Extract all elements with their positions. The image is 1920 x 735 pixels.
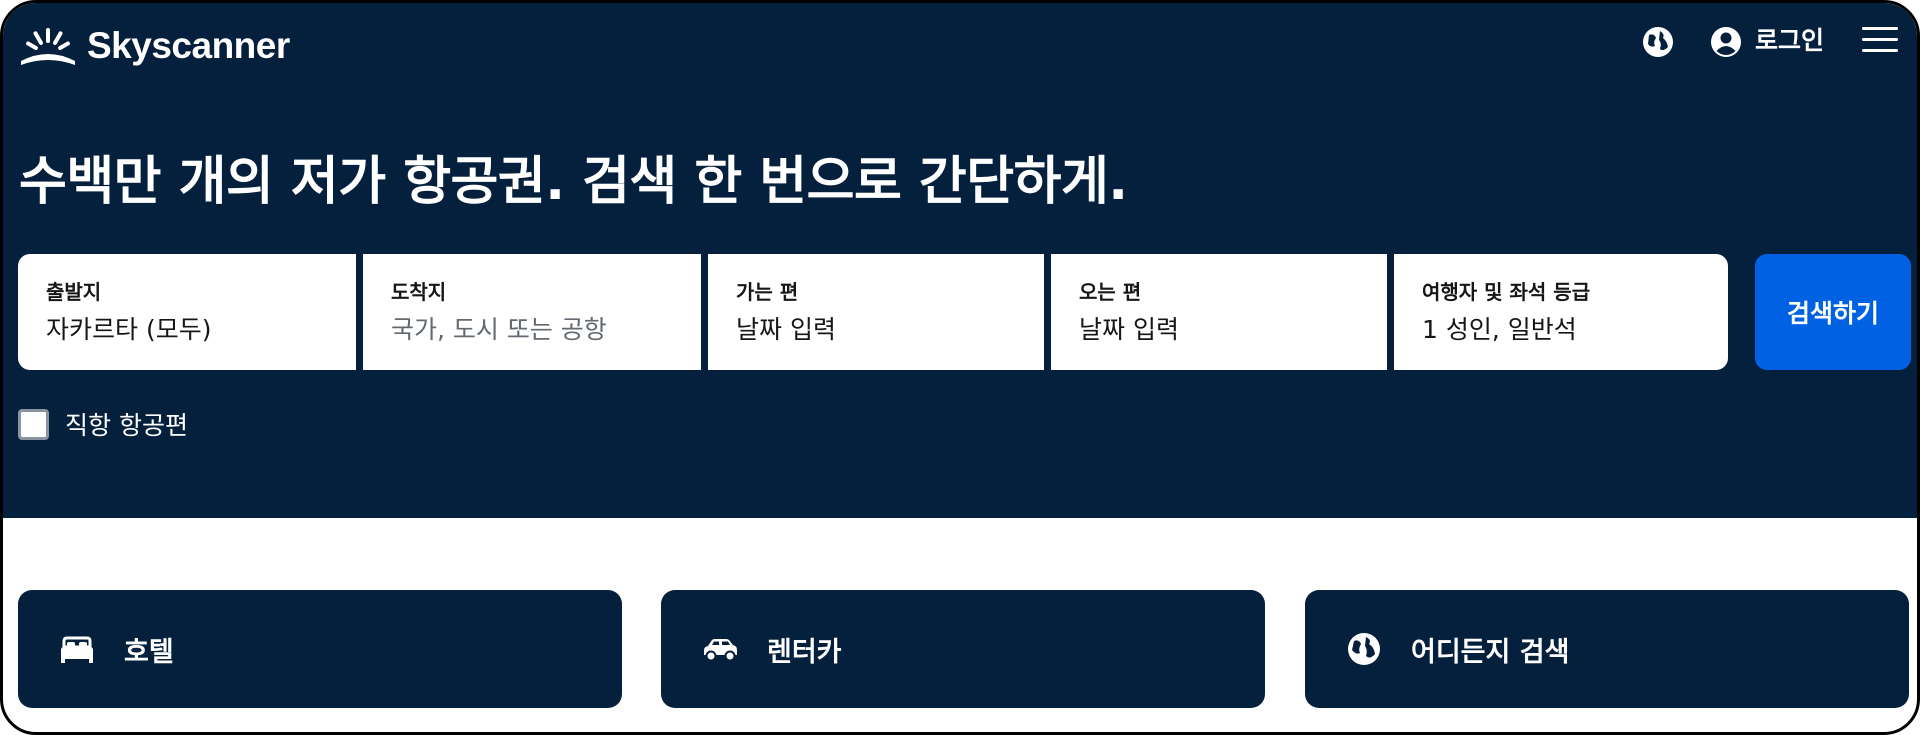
travellers-label: 여행자 및 좌석 등급	[1422, 280, 1591, 304]
car-hire-label: 렌터카	[767, 636, 842, 668]
explore-everywhere-label: 어디든지 검색	[1411, 636, 1570, 668]
explore-everywhere-button[interactable]: 어디든지 검색	[1305, 590, 1909, 708]
direct-flights-label: 직항 항공편	[65, 411, 188, 440]
destination-field[interactable]: 도착지 국가, 도시 또는 공항	[363, 254, 701, 370]
car-icon	[704, 639, 737, 662]
depart-date-input[interactable]: 날짜 입력	[736, 312, 1044, 348]
depart-label: 가는 편	[736, 280, 799, 304]
page-title: 수백만 개의 저가 항공권. 검색 한 번으로 간단하게.	[19, 152, 1128, 212]
user-icon[interactable]	[1709, 25, 1743, 59]
sunrise-logo-icon	[21, 28, 75, 65]
return-label: 오는 편	[1079, 280, 1142, 304]
return-date-input[interactable]: 날짜 입력	[1079, 312, 1387, 348]
origin-label: 출발지	[46, 280, 102, 304]
travellers-value[interactable]: 1 성인, 일반석	[1422, 312, 1728, 348]
direct-flights-option[interactable]: 직항 항공편	[18, 406, 188, 442]
origin-field[interactable]: 출발지 자카르타 (모두)	[18, 254, 356, 370]
page-frame: Skyscanner 로그인 수백만 개의 저가 항공권. 검색 한 번으로 간…	[0, 0, 1920, 735]
header-actions: 로그인	[1637, 21, 1917, 65]
skyscanner-logo[interactable]: Skyscanner	[17, 21, 290, 71]
return-date-field[interactable]: 오는 편 날짜 입력	[1051, 254, 1387, 370]
car-hire-button[interactable]: 렌터카	[661, 590, 1265, 708]
brand-name: Skyscanner	[87, 25, 290, 66]
direct-flights-checkbox[interactable]	[18, 408, 49, 440]
travellers-class-field[interactable]: 여행자 및 좌석 등급 1 성인, 일반석	[1394, 254, 1728, 370]
hotels-label: 호텔	[124, 636, 174, 668]
search-button[interactable]: 검색하기	[1755, 254, 1911, 370]
login-link[interactable]: 로그인	[1755, 23, 1824, 59]
globe-icon	[1348, 633, 1380, 665]
hero-section: Skyscanner 로그인 수백만 개의 저가 항공권. 검색 한 번으로 간…	[3, 3, 1917, 518]
bed-icon	[61, 636, 93, 663]
depart-date-field[interactable]: 가는 편 날짜 입력	[708, 254, 1044, 370]
hotels-button[interactable]: 호텔	[18, 590, 622, 708]
destination-label: 도착지	[391, 280, 447, 304]
destination-input[interactable]: 국가, 도시 또는 공항	[391, 312, 701, 348]
globe-icon[interactable]	[1641, 25, 1675, 59]
menu-icon[interactable]	[1862, 27, 1898, 57]
origin-value[interactable]: 자카르타 (모두)	[46, 312, 356, 348]
